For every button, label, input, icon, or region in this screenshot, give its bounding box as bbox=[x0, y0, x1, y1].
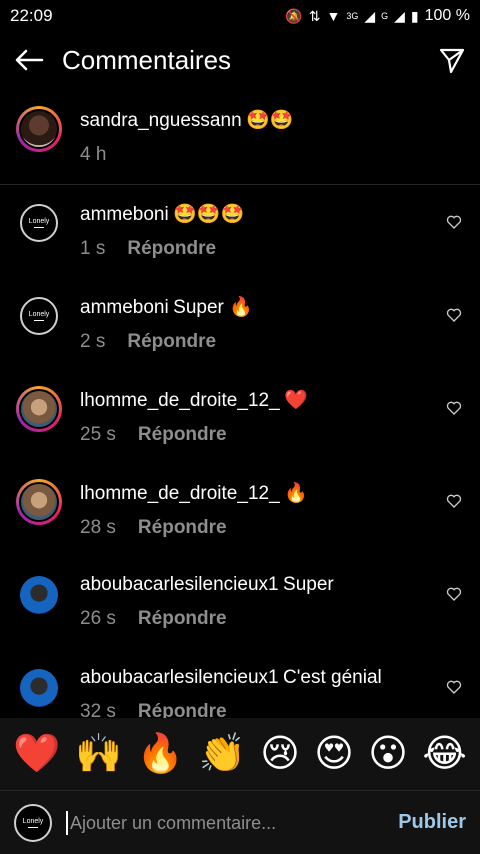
data-arrows-icon: ⇅ bbox=[308, 8, 321, 24]
publish-button[interactable]: Publier bbox=[398, 811, 466, 834]
page-title: Commentaires bbox=[62, 44, 232, 75]
comment-username[interactable]: ammeboni bbox=[80, 297, 169, 318]
comment-username[interactable]: lhomme_de_droite_12_ bbox=[80, 483, 280, 504]
comment-item: Lonely ammeboni 🤩🤩🤩 1 s Répondre bbox=[0, 192, 480, 285]
emoji-clap-button[interactable]: 👏 bbox=[198, 735, 245, 773]
avatar[interactable] bbox=[16, 106, 62, 152]
battery-level: 100 % bbox=[424, 7, 470, 24]
signal-icon-2: ◢ bbox=[394, 8, 405, 24]
status-time: 22:09 bbox=[10, 6, 53, 25]
network-3g-label: 3G bbox=[346, 11, 359, 21]
comment-text: Super 🔥 bbox=[173, 297, 253, 318]
caption-username[interactable]: sandra_nguessann bbox=[80, 110, 242, 131]
caption-text: 🤩🤩 bbox=[246, 110, 294, 131]
comment-item: lhomme_de_droite_12_ ❤️ 25 s Répondre bbox=[0, 378, 480, 471]
comment-item: lhomme_de_droite_12_ 🔥 28 s Répondre bbox=[0, 471, 480, 564]
avatar[interactable] bbox=[16, 479, 62, 525]
emoji-laughing-button[interactable]: 😂 bbox=[422, 735, 466, 773]
like-heart-icon[interactable] bbox=[446, 493, 462, 509]
reply-button[interactable]: Répondre bbox=[127, 331, 216, 352]
reply-button[interactable]: Répondre bbox=[138, 608, 227, 629]
emoji-heart-button[interactable]: ❤️ bbox=[13, 735, 60, 773]
status-bar: 22:09 🔕 ⇅ ▼ 3G ◢ G ◢ ▮ 100 % bbox=[0, 0, 480, 32]
comment-time: 25 s bbox=[80, 424, 116, 445]
avatar[interactable]: Lonely bbox=[20, 204, 58, 242]
post-caption: sandra_nguessann 🤩🤩 4 h bbox=[0, 100, 480, 185]
like-heart-icon[interactable] bbox=[446, 586, 462, 602]
mute-icon: 🔕 bbox=[285, 8, 303, 24]
avatar[interactable] bbox=[20, 669, 58, 707]
comment-username[interactable]: aboubacarlesilencieux1 bbox=[80, 667, 279, 688]
avatar[interactable]: Lonely bbox=[20, 297, 58, 335]
emoji-crying-button[interactable]: 😢 bbox=[260, 735, 300, 773]
comment-username[interactable]: ammeboni bbox=[80, 204, 169, 225]
avatar[interactable] bbox=[20, 576, 58, 614]
comment-time: 1 s bbox=[80, 238, 106, 259]
network-g-label: G bbox=[381, 11, 389, 21]
comment-item: aboubacarlesilencieux1 Super 26 s Répondr… bbox=[0, 564, 480, 657]
share-send-icon[interactable] bbox=[438, 46, 466, 74]
battery-icon: ▮ bbox=[410, 8, 419, 24]
emoji-quick-bar: ❤️ 🙌 🔥 👏 😢 😍 😮 😂 bbox=[0, 718, 480, 790]
like-heart-icon[interactable] bbox=[446, 214, 462, 230]
reply-button[interactable]: Répondre bbox=[127, 238, 216, 259]
comment-item: Lonely ammeboni Super 🔥 2 s Répondre bbox=[0, 285, 480, 378]
reply-button[interactable]: Répondre bbox=[138, 517, 227, 538]
comment-username[interactable]: lhomme_de_droite_12_ bbox=[80, 390, 280, 411]
signal-icon: ◢ bbox=[364, 8, 376, 24]
avatar[interactable] bbox=[16, 386, 62, 432]
comment-text: ❤️ bbox=[284, 390, 308, 411]
avatar: Lonely bbox=[14, 803, 52, 842]
caption-time: 4 h bbox=[80, 144, 107, 165]
comment-time: 2 s bbox=[80, 331, 106, 352]
like-heart-icon[interactable] bbox=[446, 400, 462, 416]
emoji-surprised-button[interactable]: 😮 bbox=[368, 735, 408, 773]
back-arrow-icon[interactable] bbox=[14, 48, 44, 72]
comment-composer: Lonely Ajouter un commentaire... Publier bbox=[0, 790, 480, 854]
emoji-fire-button[interactable]: 🔥 bbox=[137, 735, 184, 773]
comment-time: 26 s bbox=[80, 608, 116, 629]
comment-input[interactable]: Ajouter un commentaire... bbox=[66, 810, 398, 835]
comment-text: C'est génial bbox=[283, 667, 382, 688]
comment-time: 28 s bbox=[80, 517, 116, 538]
emoji-heart-eyes-button[interactable]: 😍 bbox=[314, 735, 354, 773]
like-heart-icon[interactable] bbox=[446, 307, 462, 323]
header: Commentaires bbox=[0, 32, 480, 88]
wifi-icon: ▼ bbox=[326, 8, 341, 24]
comment-text: 🤩🤩🤩 bbox=[173, 204, 245, 225]
like-heart-icon[interactable] bbox=[446, 679, 462, 695]
comment-text: 🔥 bbox=[284, 483, 308, 504]
comment-username[interactable]: aboubacarlesilencieux1 bbox=[80, 574, 279, 595]
emoji-raised-hands-button[interactable]: 🙌 bbox=[75, 735, 122, 773]
comment-text: Super bbox=[283, 574, 334, 595]
reply-button[interactable]: Répondre bbox=[138, 424, 227, 445]
